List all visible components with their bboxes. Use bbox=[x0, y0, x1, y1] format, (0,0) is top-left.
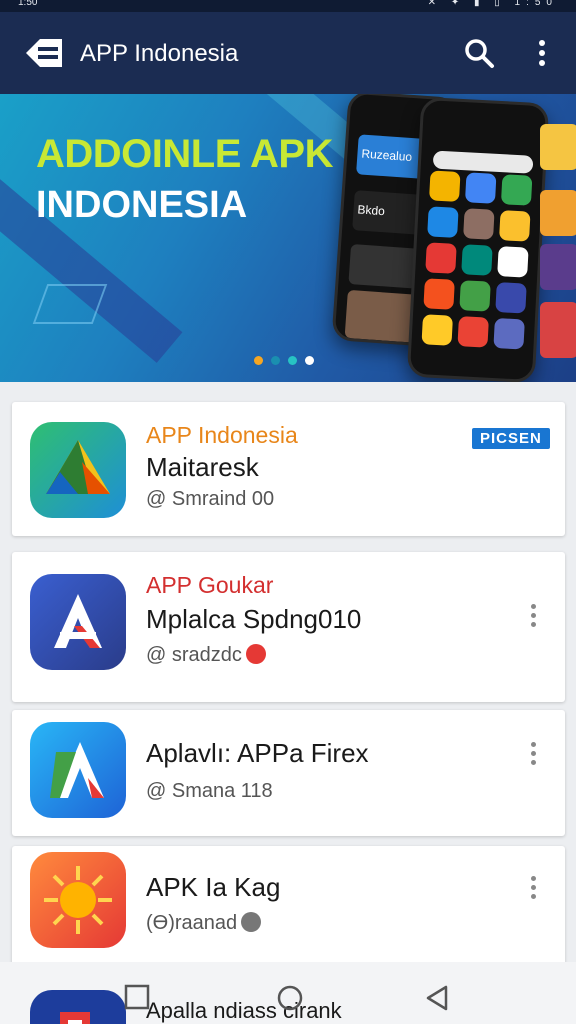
app-icon bbox=[30, 574, 126, 670]
banner-app-tile bbox=[540, 244, 576, 290]
banner-decoration bbox=[32, 284, 108, 324]
app-meta: (Ɵ)raanad bbox=[146, 912, 262, 935]
app-icon bbox=[30, 852, 126, 948]
carousel-indicator[interactable] bbox=[254, 356, 314, 365]
app-list-item[interactable]: APK Ia Kag (Ɵ)raanad bbox=[12, 846, 565, 966]
app-bar: APP Indonesia bbox=[0, 12, 576, 94]
app-meta: @ sradzdc bbox=[146, 644, 266, 667]
banner-subheadline: INDONESIA bbox=[36, 184, 248, 226]
status-bar: 1:50 ✕ ✦ ▮ ▯ 1:50 bbox=[0, 0, 576, 12]
phone-search-bar bbox=[432, 150, 534, 174]
app-meta: @ Smraind 00 bbox=[146, 488, 275, 510]
item-menu-icon[interactable] bbox=[522, 738, 544, 774]
promo-banner[interactable]: ADDOINLE APK INDONESIA Ruzealuo Bkdo bbox=[0, 94, 576, 382]
carousel-dot[interactable] bbox=[288, 356, 297, 365]
app-icon[interactable] bbox=[30, 990, 126, 1024]
carousel-dot[interactable] bbox=[305, 356, 314, 365]
app-list-item[interactable]: APP Indonesia Maitaresk @ Smraind 00 PIC… bbox=[12, 402, 565, 536]
app-bar-title: APP Indonesia bbox=[80, 40, 239, 67]
banner-headline: ADDOINLE APK bbox=[36, 132, 333, 176]
home-icon[interactable] bbox=[276, 984, 304, 1017]
badge-icon bbox=[245, 644, 266, 664]
phone-mockup bbox=[406, 96, 550, 382]
app-title: APP Indonesia bbox=[146, 422, 298, 449]
item-menu-icon[interactable] bbox=[522, 872, 544, 908]
carousel-dot-active[interactable] bbox=[254, 356, 263, 365]
app-icon bbox=[30, 722, 126, 818]
banner-app-tile bbox=[540, 302, 576, 358]
overflow-menu-icon[interactable] bbox=[530, 36, 554, 70]
item-menu-icon[interactable] bbox=[522, 600, 544, 636]
back-nav-icon[interactable] bbox=[424, 984, 450, 1017]
app-title[interactable]: Apalla ndiass cirank bbox=[146, 998, 342, 1024]
banner-app-tile bbox=[540, 190, 576, 236]
app-icon bbox=[30, 422, 126, 518]
badge-icon bbox=[241, 912, 262, 932]
recent-apps-icon[interactable] bbox=[124, 984, 150, 1015]
app-title: APK Ia Kag bbox=[146, 872, 281, 902]
app-meta: @ Smana 118 bbox=[146, 780, 273, 802]
back-icon[interactable] bbox=[22, 36, 64, 70]
banner-app-tile bbox=[540, 124, 576, 170]
app-subtitle: Mplalca Spdng010 bbox=[146, 604, 362, 634]
app-title: Aplavlı: APPa Firex bbox=[146, 738, 369, 768]
app-badge: PICSEN bbox=[472, 428, 550, 449]
status-time: 1:50 bbox=[18, 0, 38, 8]
app-subtitle: Maitaresk bbox=[146, 452, 259, 482]
app-title: APP Goukar bbox=[146, 572, 274, 598]
app-list-item[interactable]: Aplavlı: APPa Firex @ Smana 118 bbox=[12, 710, 565, 836]
status-icons: ✕ ✦ ▮ ▯ 1:50 bbox=[427, 0, 558, 8]
app-list-item[interactable]: APP Goukar Mplalca Spdng010 @ sradzdc bbox=[12, 552, 565, 702]
search-icon[interactable] bbox=[462, 36, 496, 70]
app-meta-text: @ sradzdc bbox=[146, 644, 242, 666]
carousel-dot[interactable] bbox=[271, 356, 280, 365]
app-meta-text: (Ɵ)raanad bbox=[146, 912, 238, 934]
app-title-text: APP Indonesia bbox=[146, 422, 298, 448]
phone-app-grid bbox=[421, 170, 536, 350]
